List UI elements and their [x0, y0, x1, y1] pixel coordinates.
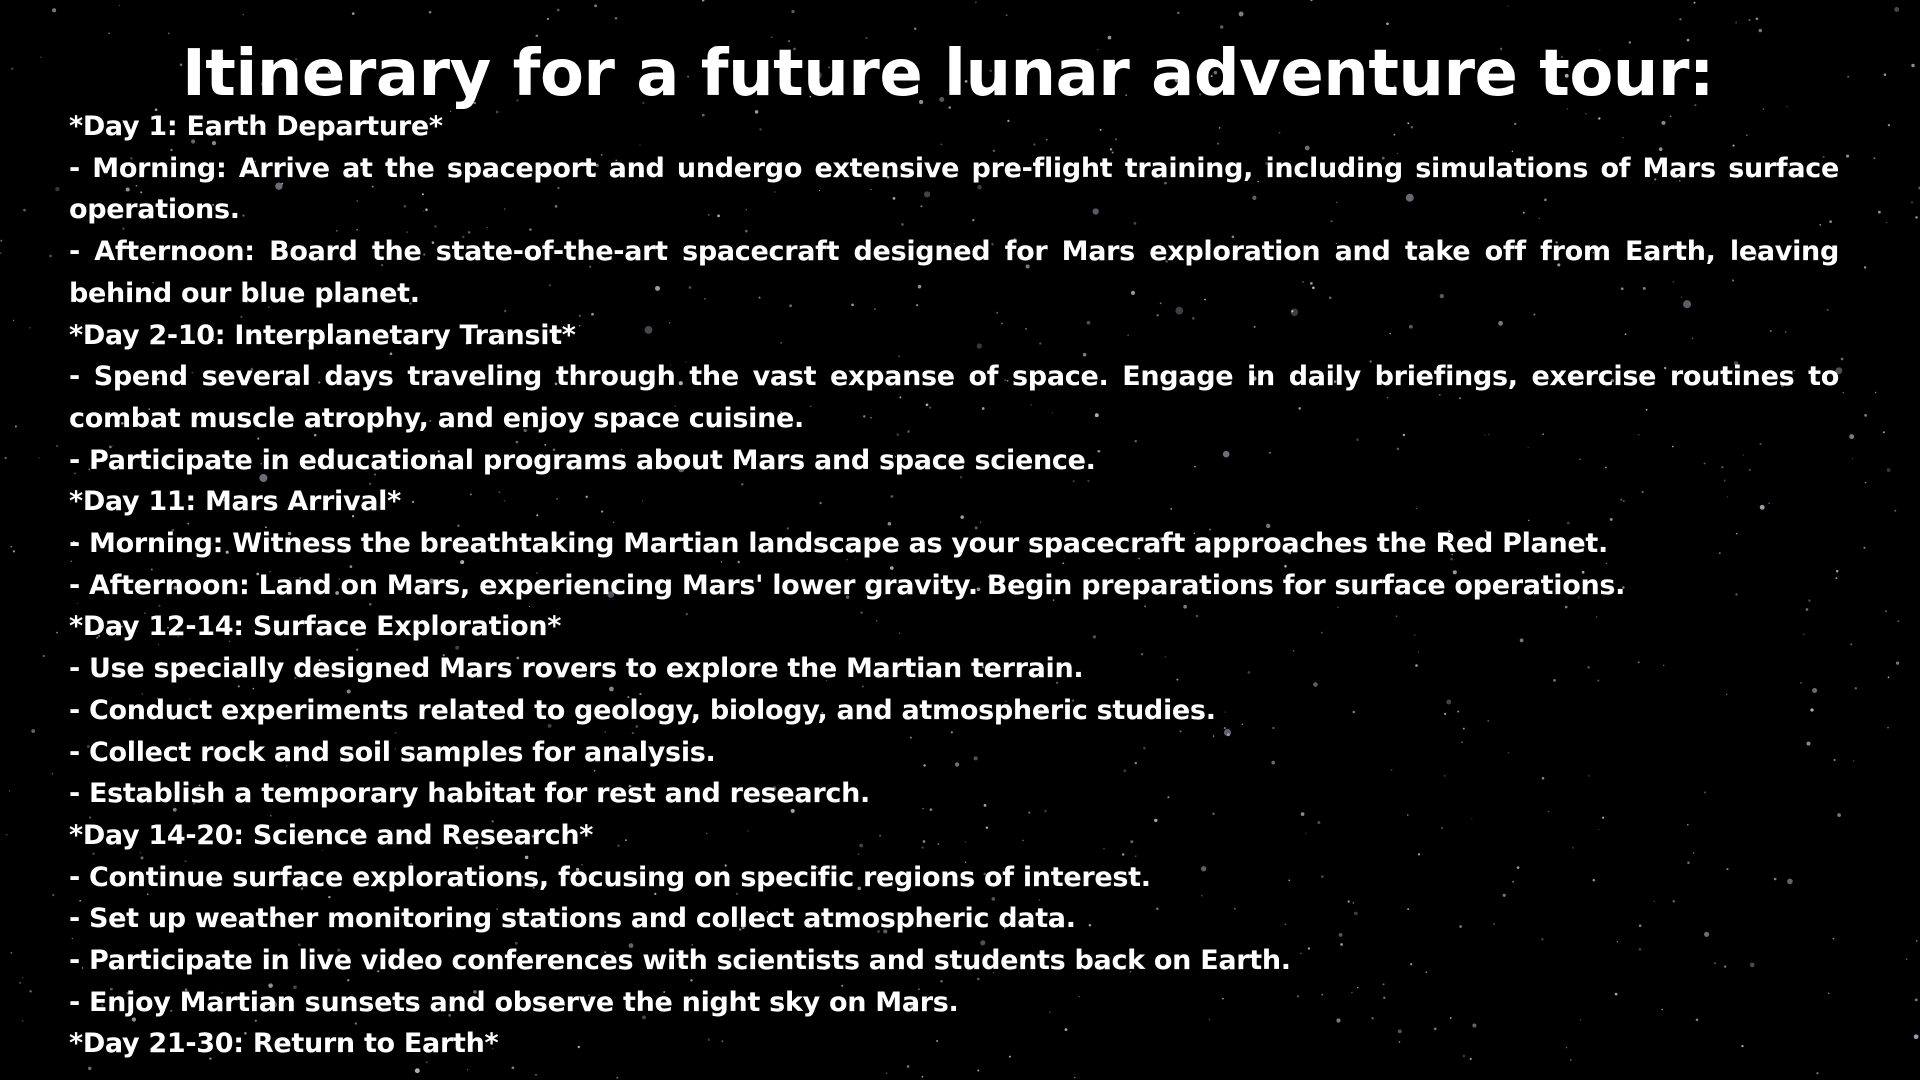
itinerary-item: - Afternoon: Land on Mars, experiencing …	[69, 569, 1626, 601]
itinerary-item: - Participate in live video conferences …	[69, 945, 1291, 977]
itinerary-item: - Establish a temporary habitat for rest…	[69, 778, 870, 810]
itinerary-slide: Itinerary for a future lunar adventure t…	[0, 0, 1920, 1080]
itinerary-item: - Conduct experiments related to geology…	[69, 694, 1216, 726]
day-heading: *Day 1: Earth Departure*	[69, 111, 443, 142]
itinerary-item: - Set up weather monitoring stations and…	[69, 903, 1076, 935]
itinerary-item: - Continue surface explorations, focusin…	[69, 861, 1151, 893]
itinerary-item: - Use specially designed Mars rovers to …	[69, 653, 1084, 685]
day-heading: *Day 14-20: Science and Research*	[69, 819, 594, 851]
day-heading: *Day 11: Mars Arrival*	[69, 486, 401, 518]
day-heading: *Day 12-14: Surface Exploration*	[69, 611, 562, 643]
itinerary-item: - Afternoon: Board the state-of-the-art …	[69, 236, 1839, 309]
page-title: Itinerary for a future lunar adventure t…	[181, 37, 1715, 111]
itinerary-item: - Enjoy Martian sunsets and observe the …	[69, 986, 959, 1018]
day-heading: *Day 21-30: Return to Earth*	[69, 1028, 499, 1060]
itinerary-item: - Morning: Witness the breathtaking Mart…	[69, 528, 1608, 560]
itinerary-item: - Participate in educational programs ab…	[69, 444, 1096, 476]
itinerary-body: *Day 1: Earth Departure* - Morning: Arri…	[69, 106, 1839, 1065]
itinerary-item: - Collect rock and soil samples for anal…	[69, 736, 716, 768]
itinerary-item: - Spend several days traveling through t…	[69, 361, 1839, 434]
itinerary-item: - Morning: Arrive at the spaceport and u…	[69, 152, 1839, 226]
day-heading: *Day 2-10: Interplanetary Transit*	[69, 319, 576, 351]
